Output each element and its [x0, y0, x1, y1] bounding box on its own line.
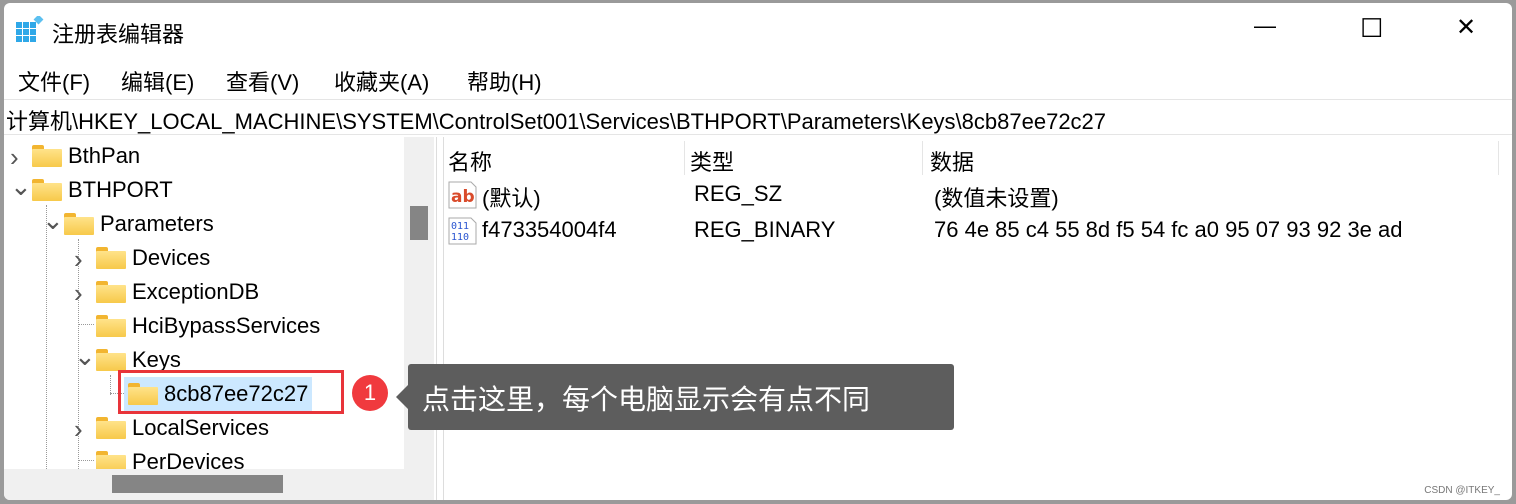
tree-item[interactable]: › Devices	[74, 241, 211, 275]
chevron-right-icon[interactable]: ›	[74, 278, 83, 309]
tree-item-label: BTHPORT	[68, 177, 173, 202]
column-header-data[interactable]: 数据	[930, 141, 974, 177]
tree-item[interactable]: ⌄ BTHPORT	[10, 171, 173, 207]
watermark: CSDN @ITKEY_	[1424, 485, 1500, 496]
string-value-icon: ab	[448, 181, 477, 209]
registry-editor-window: 注册表编辑器 — ☐ ✕ 文件(F) 编辑(E) 查看(V) 收藏夹(A) 帮助…	[4, 3, 1512, 500]
step-badge: 1	[352, 375, 388, 411]
svg-text:110: 110	[451, 232, 469, 243]
folder-icon	[32, 145, 62, 167]
value-type: REG_BINARY	[694, 217, 836, 242]
folder-icon	[96, 315, 126, 337]
annotation-tooltip: 点击这里，每个电脑显示会有点不同	[396, 364, 954, 430]
column-header-name[interactable]: 名称	[448, 141, 492, 177]
chevron-right-icon[interactable]: ›	[10, 142, 19, 173]
menu-favorites[interactable]: 收藏夹(A)	[334, 65, 429, 97]
value-name: f473354004f4	[482, 217, 617, 242]
menu-view[interactable]: 查看(V)	[226, 65, 299, 97]
svg-text:ab: ab	[451, 187, 475, 207]
tree-item-label: Parameters	[100, 211, 214, 236]
folder-icon	[96, 247, 126, 269]
tree-item[interactable]: ⌄ Parameters	[42, 205, 214, 241]
tree-item[interactable]: › LocalServices	[74, 411, 269, 445]
chevron-right-icon[interactable]: ›	[74, 244, 83, 275]
menu-help[interactable]: 帮助(H)	[467, 65, 542, 97]
folder-icon	[96, 349, 126, 371]
key-tree[interactable]: › BthPan ⌄ BTHPORT ⌄ Parameters › Devices › Excep…	[4, 137, 434, 500]
chevron-down-icon[interactable]: ⌄	[42, 205, 64, 236]
value-name: (默认)	[482, 186, 541, 211]
tree-item-label: HciBypassServices	[132, 313, 321, 338]
column-divider[interactable]	[922, 141, 923, 175]
tree-item-label: ExceptionDB	[132, 279, 260, 304]
highlight-box	[118, 370, 344, 414]
folder-icon	[32, 179, 62, 201]
tree-horizontal-scroll-thumb[interactable]	[112, 475, 283, 493]
menu-edit[interactable]: 编辑(E)	[121, 65, 194, 97]
folder-icon	[96, 417, 126, 439]
tree-item-label: LocalServices	[132, 415, 269, 440]
column-divider[interactable]	[684, 141, 685, 175]
menu-file[interactable]: 文件(F)	[18, 65, 90, 97]
tree-item-label: Devices	[132, 245, 211, 270]
address-bar[interactable]: 计算机\HKEY_LOCAL_MACHINE\SYSTEM\ControlSet…	[4, 99, 1512, 135]
column-header-type[interactable]: 类型	[690, 141, 734, 177]
tree-item[interactable]: › BthPan	[10, 139, 141, 173]
registry-editor-icon	[16, 16, 44, 42]
value-data: (数值未设置)	[934, 186, 1059, 211]
binary-value-icon: 011110	[448, 217, 477, 245]
folder-icon	[96, 281, 126, 303]
pane-splitter[interactable]	[436, 137, 444, 500]
column-divider[interactable]	[1498, 141, 1499, 175]
value-type: REG_SZ	[694, 181, 783, 206]
tree-item-label: BthPan	[68, 143, 141, 168]
chevron-right-icon[interactable]: ›	[74, 414, 83, 445]
window-title: 注册表编辑器	[52, 22, 185, 47]
chevron-down-icon[interactable]: ⌄	[10, 171, 32, 202]
value-row[interactable]: ab (默认) REG_SZ (数值未设置)	[448, 177, 1508, 213]
chevron-down-icon[interactable]: ⌄	[74, 341, 96, 372]
value-row[interactable]: 011 110 f473354004f4 REG_BINARY 76 4e 85 …	[448, 213, 1508, 249]
folder-icon	[64, 213, 94, 235]
svg-text:011: 011	[451, 221, 469, 232]
tree-item[interactable]: › ExceptionDB	[74, 275, 260, 309]
minimize-button[interactable]: —	[1254, 13, 1276, 39]
maximize-button[interactable]: ☐	[1360, 13, 1383, 44]
close-button[interactable]: ✕	[1456, 13, 1476, 42]
value-data: 76 4e 85 c4 55 8d f5 54 fc a0 95 07 93 9…	[934, 217, 1403, 242]
tree-item[interactable]: HciBypassServices	[96, 309, 320, 343]
tree-vertical-scroll-thumb[interactable]	[410, 206, 428, 240]
